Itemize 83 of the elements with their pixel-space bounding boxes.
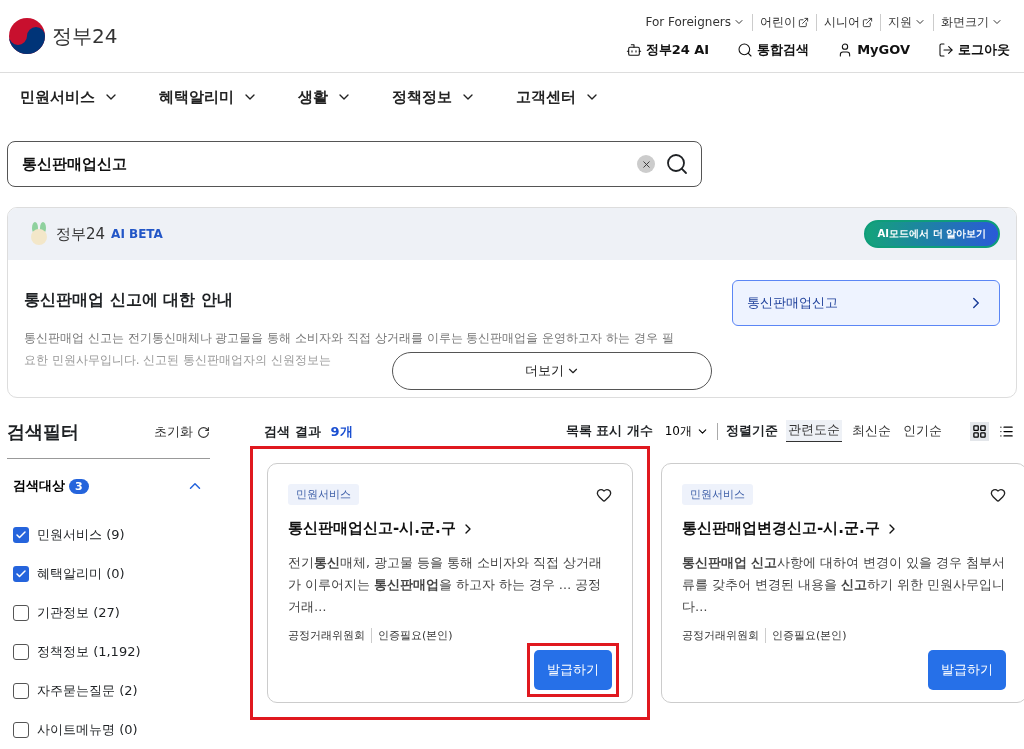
clear-button[interactable] [637,155,655,173]
checkbox[interactable] [13,565,29,582]
external-link-icon [862,16,873,28]
count-badge: 3 [69,478,89,494]
header-link[interactable]: MyGOV [837,40,910,59]
sort-option[interactable]: 인기순 [901,420,944,442]
check-icon [15,528,27,541]
page-size-select[interactable]: 10개 [660,422,718,440]
reset-button[interactable]: 초기화 [154,423,210,441]
search-bar[interactable]: 통신판매업신고 [7,141,702,187]
utility-link[interactable]: 화면크기 [933,13,1010,31]
nav-menu-item[interactable]: 민원서비스 [20,87,119,107]
grid-view-button[interactable] [970,421,989,441]
issue-button[interactable]: 발급하기 [534,650,612,690]
service-link-card[interactable]: 통신판매업신고 [732,280,1000,326]
result-title-link[interactable]: 통신판매업변경신고-시.군.구 [682,519,1006,538]
option-label: 자주묻는질문 (2) [37,681,138,700]
result-title-link[interactable]: 통신판매업신고-시.군.구 [288,519,612,538]
more-button[interactable]: 더보기 [392,352,712,390]
check-icon [15,567,27,580]
page-size-label: 목록 표시 개수 [566,422,653,440]
heart-icon[interactable] [596,486,612,503]
results-label: 검색 결과 [264,424,321,439]
result-description: 통신판매업 신고사항에 대하여 변경이 있을 경우 첨부서류를 갖추어 변경된 내용을 신고하기 위한 민원사무입니다… [682,554,1006,616]
filter-option[interactable]: 사이트메뉴명 (0) [7,710,210,749]
ai-beta-label: AI BETA [111,227,163,241]
close-icon [640,158,652,170]
category-tag: 민원서비스 [682,484,753,505]
sort-option[interactable]: 관련도순 [786,420,842,442]
results-count: 9개 [330,424,353,439]
robot-icon [625,41,642,58]
auth-text: 인증필요(본인) [371,628,459,643]
ai-summary-text: 통신판매업 신고는 전기통신매체나 광고물을 통해 소비자와 직접 상거래를 이루는 통신판매업을 운영하고자 하는 경우 필 [24,330,674,347]
utility-link[interactable]: 시니어 [816,13,880,31]
filter-option[interactable]: 자주묻는질문 (2) [7,671,210,710]
checkbox[interactable] [13,721,29,738]
category-tag: 민원서비스 [288,484,359,505]
utility-link[interactable]: 어린이 [752,13,816,31]
ai-summary-title: 통신판매업 신고에 대한 안내 [24,290,234,311]
ai-mode-button[interactable]: AI모드에서 더 알아보기 [863,220,1000,248]
result-description: 전기통신매체, 광고물 등을 통해 소비자와 직접 상거래가 이루어지는 통신판매업을 하고자 하는 경우 … 공정거래… [288,554,603,616]
agency-text: 공정거래위원회 [288,628,366,643]
filter-option[interactable]: 민원서비스 (9) [7,515,210,554]
filter-title: 검색필터 [7,420,79,444]
checkbox[interactable] [13,526,29,543]
option-label: 민원서비스 (9) [37,525,125,544]
search-field[interactable]: 통신판매업신고 [20,154,627,174]
search-icon[interactable] [665,152,689,176]
nav-menu-item[interactable]: 혜택알리미 [159,87,258,107]
sort-label: 정렬기준 [726,422,778,440]
search-icon [737,41,754,58]
issue-button[interactable]: 발급하기 [928,650,1006,690]
option-label: 혜택알리미 (0) [37,564,125,583]
logout-icon [938,41,954,58]
checkbox[interactable] [13,604,29,621]
refresh-icon [197,425,210,439]
nav-menu-item[interactable]: 정책정보 [392,87,476,107]
filter-option[interactable]: 기관정보 (27) [7,593,210,632]
option-label: 정책정보 (1,192) [37,642,141,661]
header-link[interactable]: 정부24 AI [625,40,710,59]
nav-menu-item[interactable]: 생활 [298,87,352,107]
option-label: 기관정보 (27) [37,603,120,622]
header-link[interactable]: 통합검색 [737,40,810,59]
sort-option[interactable]: 최신순 [850,420,893,442]
external-link-icon [798,16,809,28]
filter-option[interactable]: 정책정보 (1,192) [7,632,210,671]
agency-text: 공정거래위원회 [682,628,760,643]
rabbit-mascot-icon [28,222,50,246]
auth-text: 인증필요(본인) [765,628,853,643]
header-link[interactable]: 로그아웃 [938,40,1010,59]
utility-link[interactable]: 지원 [880,13,933,31]
ai-summary-text: 요한 민원사무입니다. 신고된 통신판매업자의 신원정보는 [24,352,332,369]
ai-brand-text: 정부24 [56,224,106,244]
nav-menu-item[interactable]: 고객센터 [516,87,600,107]
checkbox[interactable] [13,682,29,699]
heart-icon[interactable] [990,486,1006,503]
utility-link[interactable]: For Foreigners [638,15,752,29]
checkbox[interactable] [13,643,29,660]
filter-group-toggle[interactable]: 검색대상 3 [7,459,210,515]
filter-option[interactable]: 혜택알리미 (0) [7,554,210,593]
logo-text[interactable]: 정부24 [52,22,118,50]
logo-emblem-icon [8,17,46,55]
option-label: 사이트메뉴명 (0) [37,720,138,739]
